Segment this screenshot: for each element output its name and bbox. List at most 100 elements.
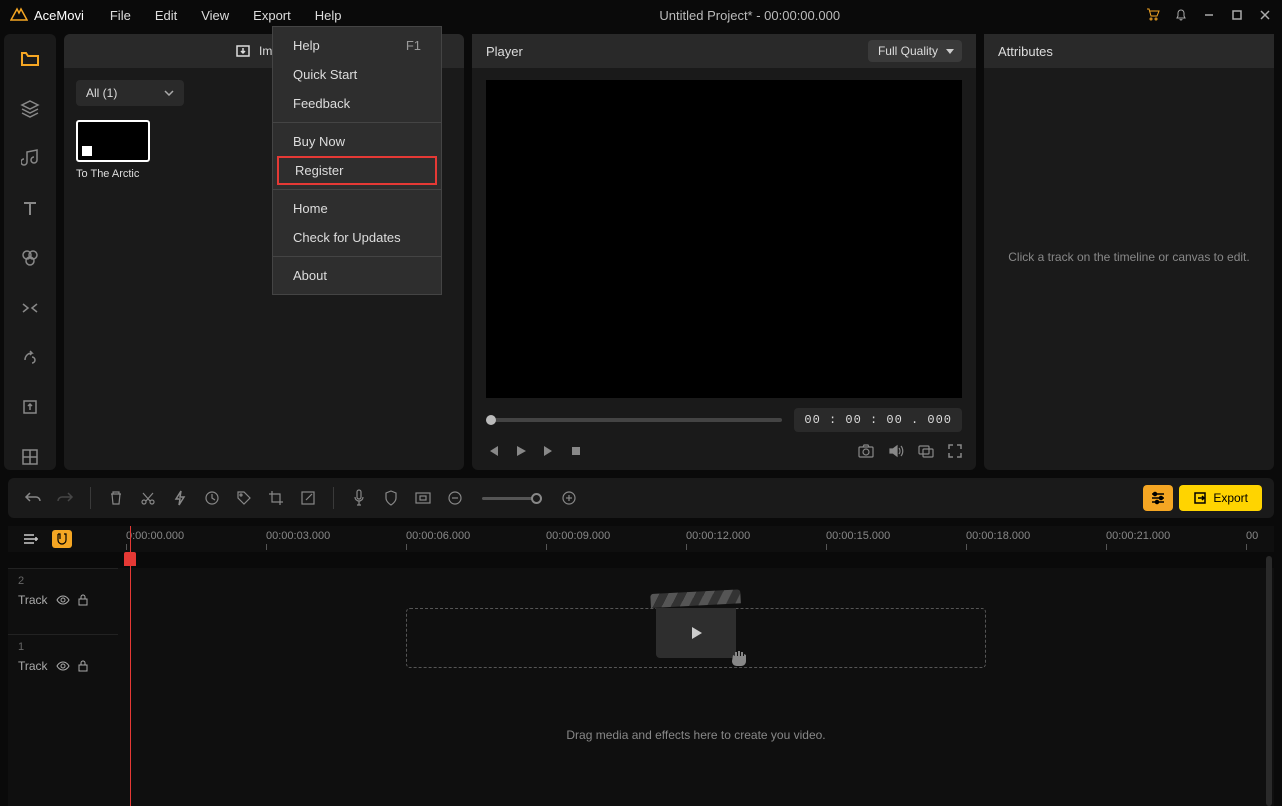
help-item-quickstart[interactable]: Quick Start [273, 60, 441, 89]
help-item-feedback[interactable]: Feedback [273, 89, 441, 118]
sidebar-filters-icon[interactable] [16, 245, 44, 271]
media-clip[interactable]: To The Arctic [76, 120, 150, 180]
play-button[interactable] [514, 444, 528, 458]
minimize-button[interactable] [1202, 8, 1216, 22]
export-icon [1193, 491, 1207, 505]
seek-handle[interactable] [486, 415, 496, 425]
attributes-title: Attributes [984, 34, 1274, 68]
next-frame-button[interactable] [542, 444, 556, 458]
adjustments-button[interactable] [1143, 485, 1173, 511]
media-filter-dropdown[interactable]: All (1) [76, 80, 184, 106]
zoom-slider[interactable] [482, 497, 542, 500]
aspect-button[interactable] [410, 485, 436, 511]
lock-icon[interactable] [78, 660, 88, 672]
help-item-register[interactable]: Register [277, 156, 437, 185]
help-item-home[interactable]: Home [273, 194, 441, 223]
track-label: Track [18, 593, 48, 607]
speed-button[interactable] [167, 485, 193, 511]
titlebar: AceMovi File Edit View Export Help Untit… [0, 0, 1282, 30]
undo-button[interactable] [20, 485, 46, 511]
export-button[interactable]: Export [1179, 485, 1262, 511]
redo-button[interactable] [52, 485, 78, 511]
menu-view[interactable]: View [189, 2, 241, 29]
magnet-button[interactable] [52, 530, 72, 548]
crop-button[interactable] [263, 485, 289, 511]
timeline-canvas[interactable]: Drag media and effects here to create yo… [118, 568, 1274, 768]
help-item-help[interactable]: HelpF1 [273, 31, 441, 60]
menu-export[interactable]: Export [241, 2, 303, 29]
delete-button[interactable] [103, 485, 129, 511]
sidebar-audio-icon[interactable] [16, 146, 44, 172]
ruler-tick: 00:00:09.000 [546, 530, 610, 542]
lock-icon[interactable] [78, 594, 88, 606]
quality-dropdown[interactable]: Full Quality [868, 40, 962, 62]
maximize-button[interactable] [1230, 8, 1244, 22]
ruler-tick: 00:00:12.000 [686, 530, 750, 542]
edit-button[interactable] [295, 485, 321, 511]
toolbar: Export [8, 478, 1274, 518]
sidebar-text-icon[interactable] [16, 195, 44, 221]
ruler-tick: 0:00:00.000 [126, 530, 184, 542]
sidebar-export-icon[interactable] [16, 394, 44, 420]
ruler-tick: 00:00:06.000 [406, 530, 470, 542]
chevron-down-icon [164, 90, 174, 96]
sidebar-layout-icon[interactable] [16, 444, 44, 470]
sidebar [4, 34, 56, 470]
player-viewport[interactable] [486, 80, 962, 398]
shield-button[interactable] [378, 485, 404, 511]
fullscreen-button[interactable] [948, 444, 962, 458]
track-options-button[interactable] [22, 532, 40, 546]
visibility-icon[interactable] [56, 595, 70, 605]
seek-slider[interactable] [486, 418, 782, 422]
clapperboard-icon [651, 594, 741, 664]
menu-separator [273, 122, 441, 123]
playhead[interactable] [130, 526, 131, 806]
timeline-scrollbar[interactable] [1266, 556, 1272, 806]
mic-button[interactable] [346, 485, 372, 511]
ruler-tick: 00:00:03.000 [266, 530, 330, 542]
help-item-updates[interactable]: Check for Updates [273, 223, 441, 252]
playhead-handle[interactable] [124, 552, 136, 566]
export-label: Export [1213, 491, 1248, 505]
drop-hint-text: Drag media and effects here to create yo… [566, 728, 825, 742]
player-time: 00 : 00 : 00 . 000 [794, 408, 962, 432]
prev-frame-button[interactable] [486, 444, 500, 458]
player-title: Player [486, 44, 523, 59]
sidebar-layers-icon[interactable] [16, 96, 44, 122]
loop-button[interactable] [918, 444, 934, 458]
cart-icon[interactable] [1146, 8, 1160, 22]
menu-edit[interactable]: Edit [143, 2, 189, 29]
menu-file[interactable]: File [98, 2, 143, 29]
snapshot-button[interactable] [858, 444, 874, 458]
play-indicator-icon [82, 146, 92, 156]
ruler-tick: 00:00:15.000 [826, 530, 890, 542]
zoom-handle[interactable] [531, 493, 542, 504]
app-name: AceMovi [34, 8, 84, 23]
split-button[interactable] [135, 485, 161, 511]
help-item-about[interactable]: About [273, 261, 441, 290]
sidebar-media-icon[interactable] [16, 46, 44, 72]
track-row-1: 1 Track [8, 634, 118, 700]
track-number: 1 [18, 641, 108, 653]
menubar: File Edit View Export Help [98, 2, 354, 29]
sidebar-animations-icon[interactable] [16, 345, 44, 371]
zoom-in-button[interactable] [556, 485, 582, 511]
zoom-out-button[interactable] [442, 485, 468, 511]
timeline-ruler[interactable]: 0:00:00.000 00:00:03.000 00:00:06.000 00… [118, 526, 1274, 552]
attributes-panel: Attributes Click a track on the timeline… [984, 34, 1274, 470]
close-button[interactable] [1258, 8, 1272, 22]
ruler-tick: 00 [1246, 530, 1258, 542]
help-item-buynow[interactable]: Buy Now [273, 127, 441, 156]
tag-button[interactable] [231, 485, 257, 511]
bell-icon[interactable] [1174, 8, 1188, 22]
timeline: 0:00:00.000 00:00:03.000 00:00:06.000 00… [8, 526, 1274, 806]
visibility-icon[interactable] [56, 661, 70, 671]
stop-button[interactable] [570, 445, 582, 457]
import-icon [235, 44, 251, 58]
filter-label: All (1) [86, 86, 117, 100]
sidebar-transitions-icon[interactable] [16, 295, 44, 321]
volume-button[interactable] [888, 444, 904, 458]
app-logo [10, 6, 28, 24]
menu-help[interactable]: Help [303, 2, 354, 29]
rotate-button[interactable] [199, 485, 225, 511]
